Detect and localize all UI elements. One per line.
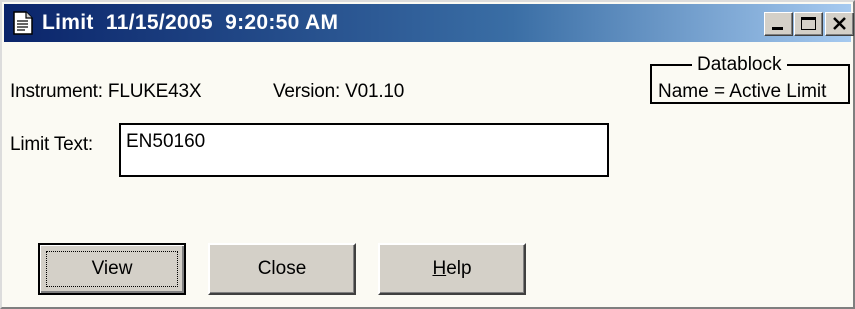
instrument-label: Instrument: FLUKE43X [10,81,202,102]
window-title: Limit 11/15/2005 9:20:50 AM [42,11,339,34]
close-button-label: Close [257,258,307,279]
close-icon [833,17,846,30]
close-window-button[interactable] [825,12,854,36]
document-icon [13,11,33,35]
limit-window: Limit 11/15/2005 9:20:50 AM Instrument: … [0,0,855,309]
datablock-name: Name = Active Limit [658,81,827,102]
help-mnemonic: H [432,258,447,279]
title-bar[interactable]: Limit 11/15/2005 9:20:50 AM [4,4,854,42]
limit-text-field[interactable]: EN50160 [119,123,609,177]
help-button-label: elp [446,258,472,279]
close-button[interactable]: Close [208,243,356,295]
focus-rectangle [46,251,178,287]
datablock-title: Datablock [692,54,787,76]
help-button[interactable]: Help [378,243,526,295]
limit-text-label: Limit Text: [10,134,93,155]
view-button[interactable]: View [38,243,186,295]
maximize-button[interactable] [794,12,823,36]
version-label: Version: V01.10 [273,81,405,102]
maximize-icon [801,17,816,30]
minimize-icon [772,27,783,30]
minimize-button[interactable] [764,12,793,36]
